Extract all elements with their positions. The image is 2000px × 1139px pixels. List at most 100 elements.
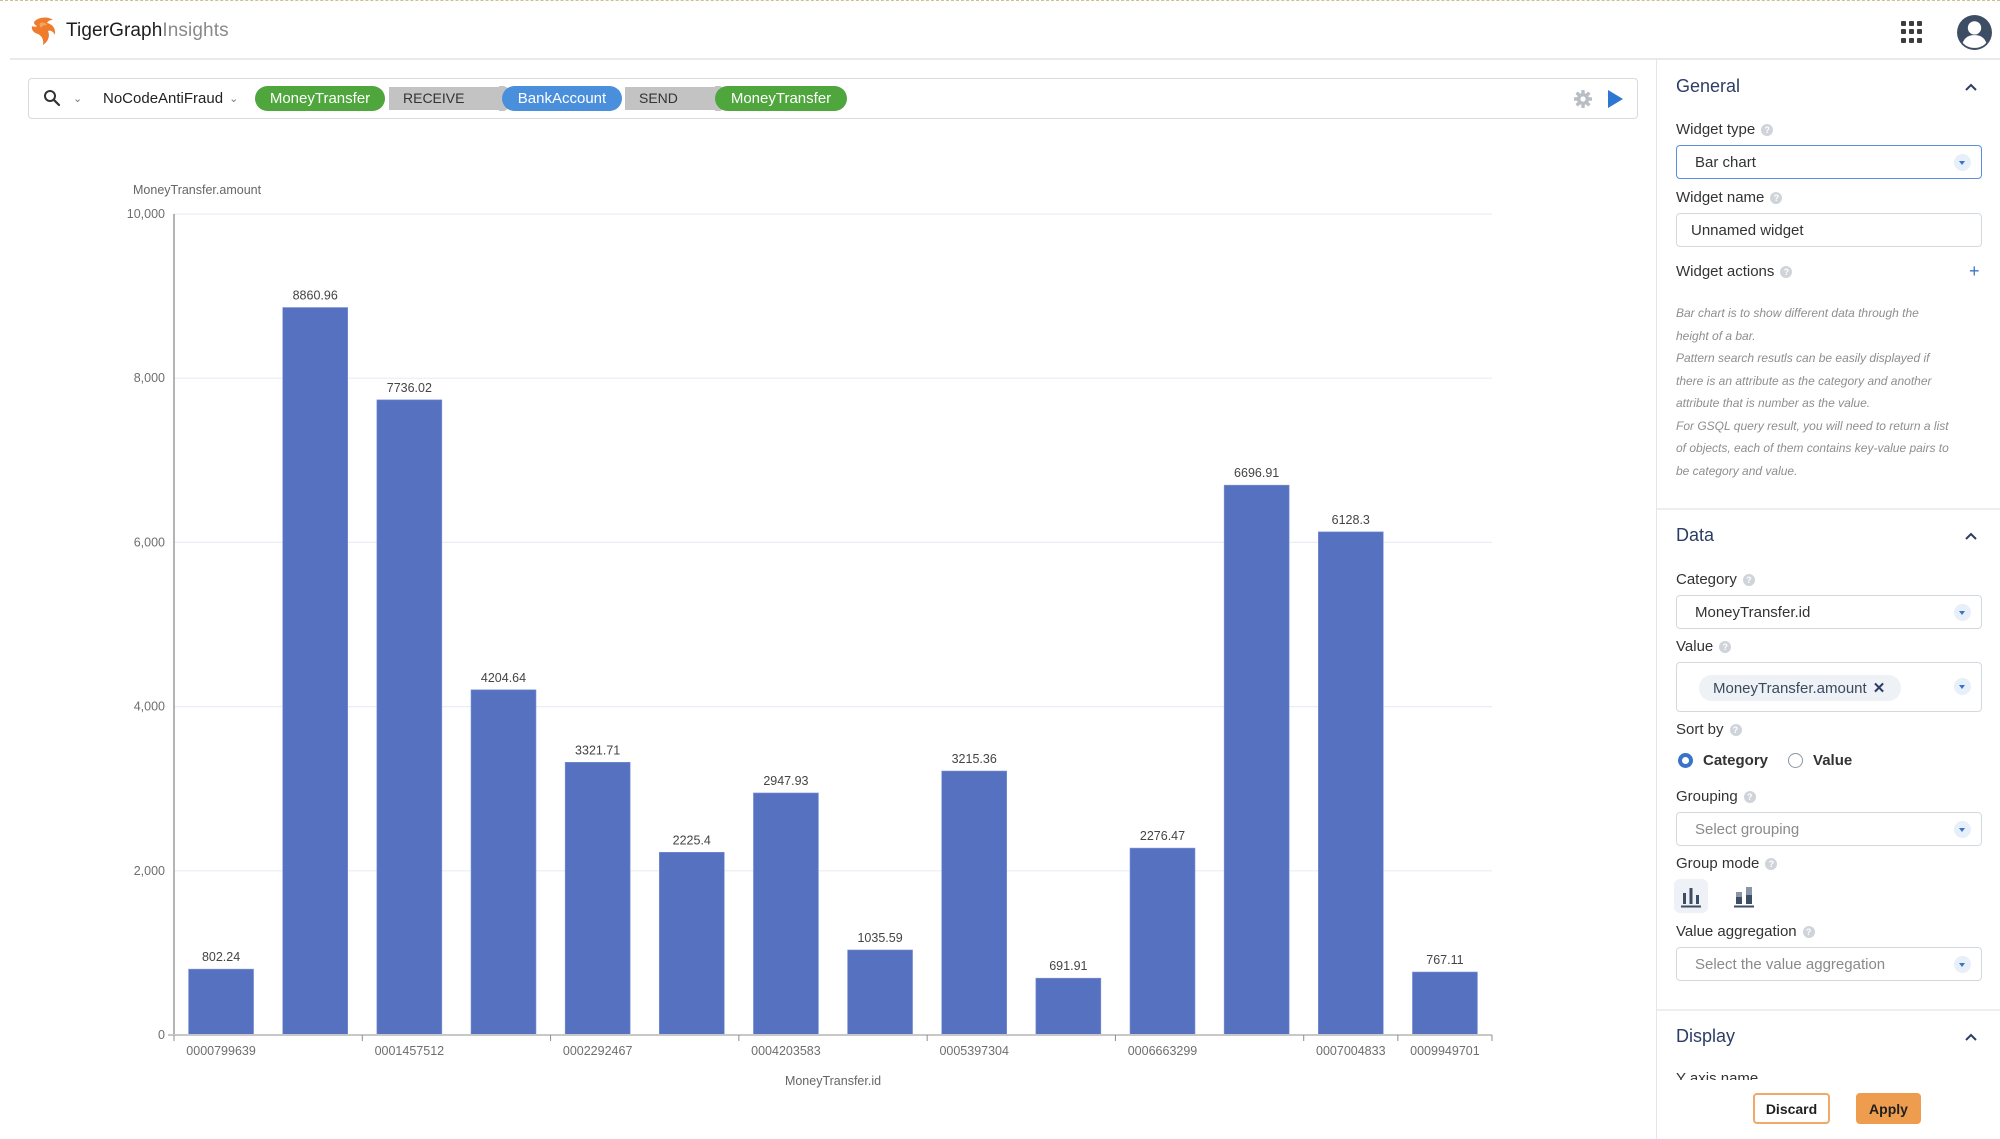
bar-data-label: 691.91 [1049,959,1087,973]
label-text: Value aggregation [1676,923,1797,940]
bar[interactable] [1412,971,1478,1036]
label-text: Widget name [1676,189,1765,206]
help-icon[interactable]: ? [1719,640,1732,653]
search-icon[interactable] [43,89,61,107]
bar-data-label: 802.24 [202,950,240,964]
label-text: Widget actions [1676,263,1775,280]
description-line: of objects, each of them contains key-va… [1676,441,1949,455]
edge-label: SEND [639,90,678,106]
help-icon[interactable]: ? [1770,191,1783,204]
gridlines [174,213,1492,872]
help-icon[interactable]: ? [1765,857,1778,870]
grouping-select[interactable]: Select grouping [1676,812,1982,846]
label-text: Category [1676,571,1737,588]
app-logo[interactable]: TigerGraphInsights [28,16,229,46]
remove-chip-icon[interactable]: ✕ [1873,679,1886,697]
display-first-field-label: Y axis name [1676,1072,1758,1080]
description-line: attribute that is number as the value. [1676,396,1871,410]
search-mode-chevron-down-icon[interactable]: ⌄ [73,92,82,105]
brand-name: TigerGraph [66,20,163,41]
dropdown-arrow-icon [1954,956,1971,973]
bar[interactable] [753,792,819,1036]
chevron-up-icon[interactable] [1963,1031,1979,1043]
pattern-vertex-money-transfer-2[interactable]: MoneyTransfer [715,86,847,111]
value-aggregation-select[interactable]: Select the value aggregation [1676,947,1982,981]
bar[interactable] [847,949,913,1036]
chevron-down-icon: ⌄ [229,93,239,105]
bar-data-label: 6696.91 [1234,466,1279,480]
bar[interactable] [1129,847,1196,1036]
play-icon[interactable] [1606,89,1624,109]
description-line: Bar chart is to show different data thro… [1676,306,1919,320]
description-line: height of a bar. [1676,328,1756,343]
gear-icon[interactable] [1573,89,1593,109]
vertex-label: MoneyTransfer [730,90,832,107]
bar[interactable] [470,689,537,1036]
chevron-up-icon[interactable] [1963,530,1979,542]
grouped-bars-mode-button[interactable] [1674,879,1708,913]
bar[interactable] [1318,531,1384,1036]
value-aggregation-label: Value aggregation? [1676,923,1815,940]
pattern-vertex-bank-account[interactable]: BankAccount [502,86,622,111]
label-text: Sort by [1676,721,1724,738]
x-tick-label: 0009949701 [1410,1044,1480,1058]
bar[interactable] [282,307,348,1036]
vertex-label: BankAccount [517,90,607,107]
y-tick-label: 10,000 [127,207,165,221]
x-tick-label: 0006663299 [1128,1044,1198,1058]
help-icon[interactable]: ? [1780,265,1793,278]
graph-selector[interactable]: NoCodeAntiFraud ⌄ [103,90,238,107]
bar[interactable] [564,761,631,1036]
section-title-display: Display [1676,1026,1736,1046]
pattern-vertex-money-transfer[interactable]: MoneyTransfer [255,86,385,111]
user-avatar-icon[interactable] [1956,14,1993,51]
bar[interactable] [1035,977,1102,1036]
bar[interactable] [188,968,254,1036]
bar[interactable] [941,770,1007,1036]
y-tick-label: 2,000 [134,864,165,878]
help-icon[interactable]: ? [1802,925,1815,938]
help-icon[interactable]: ? [1761,123,1774,136]
bar-data-label: 7736.02 [387,381,432,395]
bar[interactable] [659,851,725,1036]
bar-data-label: 2276.47 [1140,829,1185,843]
sort-by-category-radio[interactable]: Category [1678,752,1768,769]
help-icon[interactable]: ? [1729,723,1742,736]
dropdown-arrow-icon [1954,821,1971,838]
value-chip: MoneyTransfer.amount ✕ [1699,675,1902,701]
category-select[interactable]: MoneyTransfer.id [1676,595,1982,629]
label-text: Grouping [1676,788,1738,805]
bar[interactable] [376,399,443,1036]
discard-button[interactable]: Discard [1753,1093,1830,1124]
value-multiselect[interactable]: MoneyTransfer.amount ✕ [1676,662,1982,712]
bar-data-label: 6128.3 [1332,513,1370,527]
section-title-general: General [1676,76,1741,96]
widget-type-description: Bar chart is to show different data thro… [1676,302,1986,482]
radio-label: Value [1813,752,1853,769]
apply-button[interactable]: Apply [1856,1093,1921,1124]
bar-data-label: 767.11 [1426,953,1463,967]
widget-actions-label: Widget actions? [1676,263,1793,280]
chip-label: MoneyTransfer.amount [1713,679,1867,697]
sort-by-value-radio[interactable]: Value [1788,752,1852,769]
pattern-query-bar[interactable]: ⌄ NoCodeAntiFraud ⌄ MoneyTransfer RECEIV… [28,78,1638,119]
help-icon[interactable]: ? [1743,790,1756,803]
widget-name-input[interactable] [1676,213,1982,247]
help-icon[interactable]: ? [1742,573,1755,586]
select-value: Bar chart [1695,153,1756,171]
stacked-bars-mode-button[interactable] [1727,879,1761,913]
chevron-up-icon[interactable] [1963,81,1979,93]
group-mode-label: Group mode? [1676,855,1778,872]
dropdown-arrow-icon [1954,604,1971,621]
bar[interactable] [1223,484,1290,1036]
label-text: Value [1676,638,1714,655]
bar-chart-widget: 802.24 8860.96 7736.02 4204.64 3321.71 2225.4… [0,150,1640,1110]
widget-config-panel: General Widget type? Bar chart Widget na… [1656,59,2000,1139]
add-widget-action-icon[interactable]: + [1969,262,1980,280]
edge-label: RECEIVE [403,90,465,106]
apps-grid-icon[interactable] [1901,21,1923,43]
y-tick-label: 0 [158,1028,165,1042]
widget-type-select[interactable]: Bar chart [1676,145,1982,179]
description-line: be category and value. [1676,463,1798,478]
x-tick-label: 0000799639 [186,1044,256,1058]
